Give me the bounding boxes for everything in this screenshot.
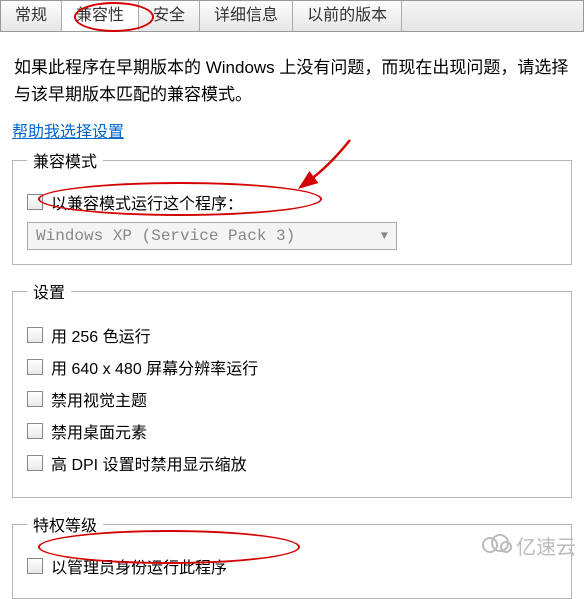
legend-settings: 设置 xyxy=(27,279,71,303)
legend-compat: 兼容模式 xyxy=(27,148,103,172)
opt-label: 禁用桌面元素 xyxy=(51,419,147,443)
tab-label: 详细信息 xyxy=(214,7,278,24)
opt-label: 禁用视觉主题 xyxy=(51,387,147,411)
tab-details[interactable]: 详细信息 xyxy=(200,1,293,31)
checkbox-640x480[interactable] xyxy=(27,359,43,375)
checkbox-256-colors[interactable] xyxy=(27,327,43,343)
opt-label: 用 256 色运行 xyxy=(51,323,151,347)
checkbox-disable-themes[interactable] xyxy=(27,391,43,407)
checkbox-compat-mode[interactable] xyxy=(27,194,43,210)
checkbox-admin-label: 以管理员身份运行此程序 xyxy=(51,554,227,578)
tab-previous-versions[interactable]: 以前的版本 xyxy=(293,1,402,31)
watermark: 亿速云 xyxy=(480,531,576,560)
cloud-icon xyxy=(480,532,512,560)
tab-content: 如果此程序在早期版本的 Windows 上没有问题，而现在出现问题，请选择与该早… xyxy=(0,32,584,599)
combo-compat-version[interactable]: Windows XP (Service Pack 3) ▼ xyxy=(27,222,397,250)
checkbox-disable-desktop[interactable] xyxy=(27,423,43,439)
chevron-down-icon: ▼ xyxy=(381,229,388,243)
watermark-text: 亿速云 xyxy=(516,531,576,560)
tab-label: 常规 xyxy=(15,7,47,24)
tab-general[interactable]: 常规 xyxy=(1,1,62,31)
tab-security[interactable]: 安全 xyxy=(139,1,200,31)
tab-label: 兼容性 xyxy=(76,7,124,24)
tab-bar: 常规 兼容性 安全 详细信息 以前的版本 xyxy=(0,0,584,32)
group-settings: 设置 用 256 色运行 用 640 x 480 屏幕分辨率运行 禁用视觉主题 … xyxy=(12,279,572,498)
tab-label: 以前的版本 xyxy=(307,7,387,24)
legend-privilege: 特权等级 xyxy=(27,512,103,536)
opt-label: 高 DPI 设置时禁用显示缩放 xyxy=(51,451,247,475)
checkbox-run-as-admin[interactable] xyxy=(27,558,43,574)
opt-label: 用 640 x 480 屏幕分辨率运行 xyxy=(51,355,258,379)
checkbox-compat-label: 以兼容模式运行这个程序： xyxy=(51,190,243,214)
tab-compatibility[interactable]: 兼容性 xyxy=(62,1,139,31)
group-compat-mode: 兼容模式 以兼容模式运行这个程序： Windows XP (Service Pa… xyxy=(12,148,572,265)
combo-selected: Windows XP (Service Pack 3) xyxy=(36,227,295,245)
tab-label: 安全 xyxy=(153,7,185,24)
checkbox-disable-dpi-scaling[interactable] xyxy=(27,455,43,471)
help-text: 如果此程序在早期版本的 Windows 上没有问题，而现在出现问题，请选择与该早… xyxy=(14,54,570,108)
help-link[interactable]: 帮助我选择设置 xyxy=(12,118,124,142)
